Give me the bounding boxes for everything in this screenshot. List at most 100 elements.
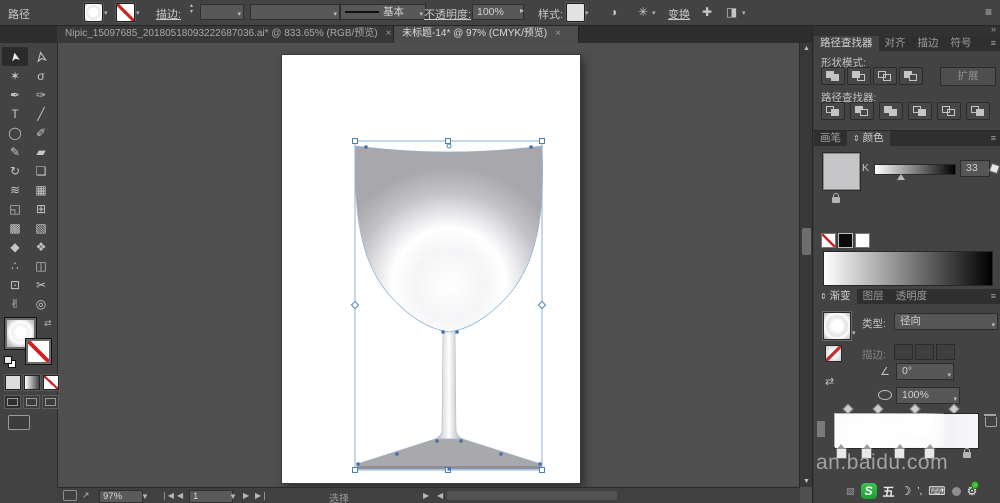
recolor-artwork-icon[interactable]: ◑	[610, 5, 617, 19]
expander-icon[interactable]: ⇕	[820, 292, 827, 301]
tab-stroke[interactable]: 描边	[912, 36, 945, 51]
hand-tool[interactable]: ✌	[2, 294, 28, 313]
gradient-tool[interactable]: ▧	[28, 218, 54, 237]
tab-symbols[interactable]: 符号	[945, 36, 978, 51]
pen-tool[interactable]: ✒	[2, 85, 28, 104]
reverse-gradient-icon[interactable]: ⇄	[825, 375, 834, 388]
dropdown-icon[interactable]: ▾	[237, 8, 241, 22]
none-mode-button[interactable]	[43, 375, 59, 390]
gradient-thumbnail-dropdown-icon[interactable]: ▾	[852, 329, 856, 337]
panel-menu-icon[interactable]: ≡	[991, 133, 996, 143]
rotate-tool[interactable]: ↻	[2, 161, 28, 180]
close-icon[interactable]: ×	[555, 28, 561, 39]
opacity-field[interactable]: 100%	[472, 4, 524, 20]
outline-button[interactable]	[937, 102, 961, 120]
gradient-angle-field[interactable]: 0°▾	[896, 363, 954, 380]
punctuation-icon[interactable]: ’,	[917, 486, 922, 497]
first-artboard-icon[interactable]: ❘◀	[161, 491, 174, 500]
tab-gradient[interactable]: ⇕ 渐变	[814, 289, 857, 304]
scale-tool[interactable]: ❏	[28, 161, 54, 180]
gradient-thumbnail[interactable]	[823, 312, 851, 340]
opacity-expand-icon[interactable]: ▸	[520, 6, 524, 15]
horizontal-scroll-thumb[interactable]	[447, 491, 617, 500]
stepper-down-icon[interactable]: ▾	[190, 9, 193, 15]
stroke-weight-field[interactable]: ▾	[200, 4, 244, 20]
stroke-across-button[interactable]	[936, 344, 955, 360]
hscroll-left-icon[interactable]: ◀	[437, 491, 443, 500]
stroke-weight-stepper[interactable]: ▴ ▾	[190, 3, 193, 15]
control-bar-menu-icon[interactable]: ≡	[985, 5, 992, 19]
trim-button[interactable]	[850, 102, 874, 120]
export-icon[interactable]: ↗	[82, 490, 90, 501]
color-fill-swatch[interactable]	[823, 153, 860, 190]
artboard-dropdown-icon[interactable]: ▼	[229, 492, 237, 501]
document-tab-active[interactable]: 未标题-14* @ 97% (CMYK/预览)×	[394, 25, 579, 43]
document-tab[interactable]: Nipic_15097685_20180518093222687036.ai* …	[57, 25, 394, 43]
graph-tool[interactable]: ◫	[28, 256, 54, 275]
width-profile-dropdown[interactable]: ▾	[250, 4, 340, 20]
draw-inside-button[interactable]	[42, 395, 59, 409]
lasso-tool[interactable]: σ	[28, 66, 54, 85]
k-slider-handle[interactable]	[897, 174, 905, 180]
tab-align[interactable]: 对齐	[879, 36, 912, 51]
eyedropper-tool[interactable]: ◆	[2, 237, 28, 256]
tab-color[interactable]: ⇕ 颜色	[847, 131, 890, 146]
none-swatch[interactable]	[821, 233, 836, 248]
canvas-area[interactable]	[57, 43, 800, 487]
selection-tool[interactable]: ➤	[2, 47, 28, 66]
zoom-level-field[interactable]: 97%	[99, 490, 143, 503]
shape-options-icon[interactable]: ✳	[638, 5, 648, 19]
k-slider[interactable]	[874, 164, 956, 175]
slice-tool[interactable]: ✂	[28, 275, 54, 294]
gradient-type-dropdown[interactable]: 径向▾	[894, 313, 998, 330]
wubi-mode-label[interactable]: 五	[883, 483, 895, 500]
collapse-panel-icon[interactable]	[63, 490, 77, 501]
glass-base[interactable]	[357, 439, 541, 469]
minus-front-button[interactable]	[847, 67, 871, 85]
style-swatch[interactable]	[566, 3, 585, 22]
delete-stop-icon[interactable]	[985, 417, 997, 427]
dropdown-icon[interactable]: ▾	[991, 318, 995, 333]
opacity-panel-link[interactable]: 不透明度:	[424, 6, 471, 22]
white-swatch[interactable]	[855, 233, 870, 248]
ellipse-tool[interactable]: ◯	[2, 123, 28, 142]
draw-normal-button[interactable]	[4, 395, 21, 409]
sogou-logo-icon[interactable]: S	[861, 483, 877, 499]
close-icon[interactable]: ×	[386, 28, 392, 39]
k-value-field[interactable]: 33	[960, 160, 990, 177]
expander-icon[interactable]: ⇕	[853, 134, 860, 143]
black-swatch[interactable]	[838, 233, 853, 248]
stroke-dropdown-icon[interactable]: ▾	[136, 9, 140, 17]
transform-panel-link[interactable]: 变换	[668, 6, 690, 22]
eraser-tool[interactable]: ▰	[28, 142, 54, 161]
gradient-mode-button[interactable]	[24, 375, 40, 390]
panel-resize-grip[interactable]	[817, 421, 825, 437]
minus-back-button[interactable]	[966, 102, 990, 120]
pencil-tool[interactable]: ✎	[2, 142, 28, 161]
moon-icon[interactable]: ☽	[901, 484, 912, 498]
person-icon[interactable]	[952, 487, 961, 496]
tab-pathfinder[interactable]: 路径查找器	[814, 36, 879, 51]
draw-behind-button[interactable]	[23, 395, 40, 409]
next-artboard-icon[interactable]: ▶	[243, 491, 249, 500]
tab-layers[interactable]: 图层	[857, 289, 890, 304]
paintbrush-tool[interactable]: ✐	[28, 123, 54, 142]
scroll-down-icon[interactable]: ▼	[803, 478, 810, 485]
vertical-scrollbar[interactable]: ▲ ▼	[799, 43, 813, 487]
blend-tool[interactable]: ❖	[28, 237, 54, 256]
artboard[interactable]	[282, 55, 580, 483]
line-segment-tool[interactable]: ╱	[28, 104, 54, 123]
swap-fill-stroke-icon[interactable]: ⇄	[44, 318, 52, 329]
screen-mode-button[interactable]	[8, 415, 30, 430]
color-mode-button[interactable]	[5, 375, 21, 390]
prev-artboard-icon[interactable]: ◀	[177, 491, 183, 500]
merge-button[interactable]	[879, 102, 903, 120]
select-similar-dropdown-icon[interactable]: ▾	[742, 9, 746, 17]
crop-button[interactable]	[908, 102, 932, 120]
dropdown-icon[interactable]: ▾	[333, 8, 337, 22]
select-similar-icon[interactable]: ◨	[726, 5, 737, 19]
magic-wand-tool[interactable]: ✶	[2, 66, 28, 85]
panel-menu-icon[interactable]: ≡	[991, 291, 996, 301]
mesh-tool[interactable]: ▩	[2, 218, 28, 237]
wine-glass-artwork[interactable]	[282, 55, 580, 483]
